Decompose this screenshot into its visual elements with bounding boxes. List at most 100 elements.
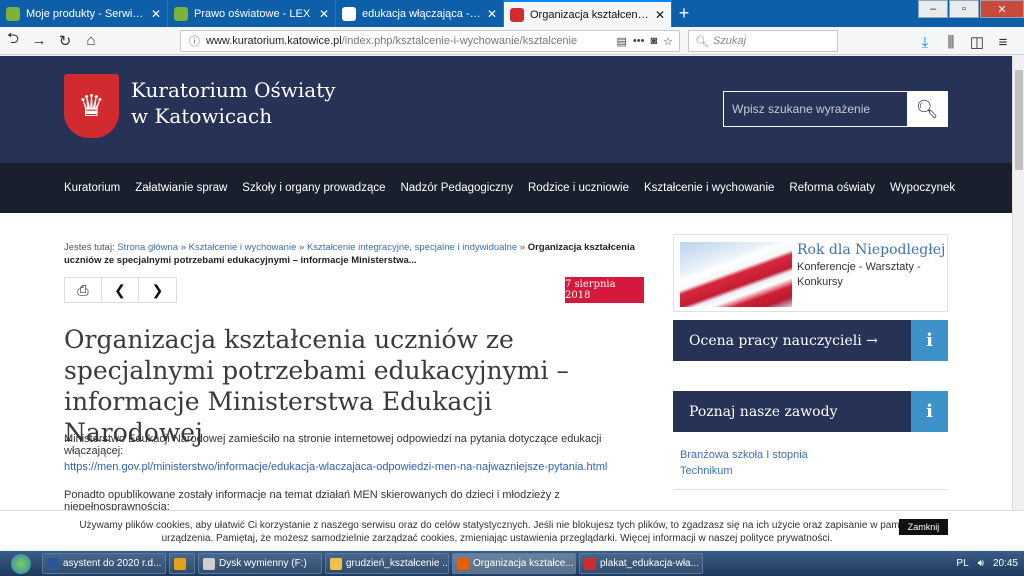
close-window-button[interactable]: ✕ [980, 0, 1024, 18]
maximize-button[interactable]: ▫ [949, 0, 979, 18]
professions-panel[interactable]: Poznaj nasze zawody i [673, 391, 948, 432]
article-tools: ⎙ ❮ ❯ [64, 277, 177, 303]
language-indicator[interactable]: PL [956, 558, 968, 569]
reload-button[interactable]: ↻ [52, 29, 78, 53]
back-button[interactable]: ⮌ [0, 29, 26, 53]
breadcrumb-category[interactable]: Kształcenie integracyjne, specjalne i in… [307, 242, 517, 253]
printer-icon: ⎙ [77, 281, 89, 298]
promo-box[interactable]: Rok dla Niepodległej Konferencje - Warsz… [673, 234, 948, 312]
windows-logo-icon [11, 553, 31, 574]
magnifier-icon: 🔍︎ [915, 98, 939, 119]
taskbar-label: plakat_edukacja-wła... [600, 558, 699, 569]
browser-tab[interactable]: Moje produkty - Serwis logowa ✕ [0, 0, 168, 27]
downloads-button[interactable]: ⤓ [912, 30, 938, 54]
promo-title[interactable]: Rok dla Niepodległej [797, 242, 945, 258]
reload-icon: ↻ [58, 32, 72, 50]
next-article-button[interactable]: ❯ [139, 278, 176, 302]
app-icon [47, 557, 59, 570]
article-title: Organizacja kształcenia uczniów ze specj… [64, 325, 569, 447]
site-search-input[interactable]: Wpisz szukane wyrażenie [724, 92, 907, 126]
info-icon[interactable]: i [911, 391, 948, 432]
favicon-icon [174, 6, 188, 21]
main-menu-item[interactable]: Kuratorium [64, 182, 120, 194]
taskbar-item[interactable]: grudzień_kształcenie ... [325, 553, 449, 574]
main-menu-item[interactable]: Kształcenie i wychowanie [644, 182, 774, 194]
reader-view-icon[interactable]: ▤ [617, 35, 627, 48]
teacher-evaluation-panel[interactable]: Ocena pracy nauczycieli → i [673, 320, 948, 361]
main-menu-item[interactable]: Wypoczynek [890, 182, 955, 194]
close-tab-icon[interactable]: ✕ [151, 7, 161, 21]
chevron-right-icon: ❯ [151, 281, 164, 298]
home-icon: ⌂ [86, 32, 96, 49]
pocket-icon[interactable]: ◙ [650, 35, 657, 47]
breadcrumb-prefix: Jesteś tutaj: [64, 242, 118, 253]
main-menu: Kuratorium Załatwianie spraw Szkoły i orga… [0, 163, 1012, 213]
print-button[interactable]: ⎙ [65, 278, 102, 302]
taskbar-item[interactable]: plakat_edukacja-wła... [579, 553, 703, 574]
list-item[interactable]: Branżowa szkoła I stopnia [680, 447, 948, 463]
article-link[interactable]: https://men.gov.pl/ministerstwo/informac… [64, 461, 607, 473]
taskbar-label: Dysk wymienny (F:) [219, 558, 307, 569]
site-search-button[interactable]: 🔍︎ [907, 92, 947, 126]
taskbar-item[interactable]: asystent do 2020 r.d... [42, 553, 166, 574]
tab-title: Prawo oświatowe - LEX [194, 7, 311, 20]
bookmark-star-icon[interactable]: ☆ [663, 35, 673, 48]
library-button[interactable]: ⫼ [938, 30, 964, 54]
list-item[interactable]: Technikum [680, 463, 948, 479]
site-name[interactable]: Kuratorium Oświaty w Katowicach [131, 77, 336, 129]
tab-bar: Moje produkty - Serwis logowa✕Prawo oświ… [0, 0, 1024, 27]
close-tab-icon[interactable]: ✕ [319, 7, 329, 21]
breadcrumb-sep: » [517, 242, 528, 253]
article-date: 7 sierpnia 2018 [565, 277, 644, 303]
sidebar: Rok dla Niepodległej Konferencje - Warsz… [673, 234, 948, 490]
site-name-line2: w Katowicach [131, 104, 273, 128]
main-menu-item[interactable]: Nadzór Pedagogiczny [400, 182, 513, 194]
breadcrumb-section[interactable]: Kształcenie i wychowanie [189, 242, 297, 253]
article-column: Jesteś tutaj: Strona główna » Kształceni… [64, 241, 644, 510]
menu-button[interactable]: ≡ [990, 30, 1016, 54]
url-bar[interactable]: ⓘ www.kuratorium.katowice.pl /index.php/… [180, 30, 680, 52]
start-button[interactable] [0, 551, 42, 576]
info-icon[interactable]: i [911, 320, 948, 361]
breadcrumb-home[interactable]: Strona główna [117, 242, 178, 253]
page-actions-icon[interactable]: ••• [633, 35, 645, 47]
polish-flags-image[interactable] [680, 242, 792, 307]
clock[interactable]: 20:45 [993, 558, 1018, 569]
breadcrumb: Jesteś tutaj: Strona główna » Kształceni… [64, 241, 644, 267]
info-icon: ⓘ [189, 36, 200, 48]
scrollbar-thumb[interactable] [1015, 70, 1023, 170]
site-search: Wpisz szukane wyrażenie 🔍︎ [723, 91, 948, 127]
favicon-icon [342, 6, 356, 21]
main-menu-item[interactable]: Reforma oświaty [789, 182, 875, 194]
url-path: /index.php/ksztalcenie-i-wychowanie/kszt… [341, 35, 578, 47]
taskbar-item[interactable]: Organizacja kształce... [452, 553, 576, 574]
taskbar-item[interactable]: Dysk wymienny (F:) [198, 553, 322, 574]
article-paragraph: Ponadto opublikowane zostały informacje … [64, 489, 560, 510]
tab-title: Moje produkty - Serwis logowa [26, 7, 145, 20]
browser-tab[interactable]: edukacja włączająca - Szukaj w ✕ [336, 0, 504, 27]
main-menu-item[interactable]: Rodzice i uczniowie [528, 182, 629, 194]
new-tab-button[interactable]: + [672, 0, 696, 27]
taskbar-label: grudzień_kształcenie ... [346, 558, 449, 569]
volume-icon[interactable]: 🔊︎ [978, 558, 984, 569]
page-scrollbar[interactable] [1012, 56, 1024, 510]
coat-of-arms-logo[interactable]: ♛ [64, 74, 119, 138]
main-menu-item[interactable]: Szkoły i organy prowadzące [242, 182, 385, 194]
web-page: ♛ Kuratorium Oświaty w Katowicach Wpisz … [0, 56, 1012, 510]
panel-label: Ocena pracy nauczycieli → [689, 332, 878, 349]
taskbar-item[interactable] [169, 553, 195, 574]
forward-button[interactable]: → [26, 29, 52, 53]
browser-tab[interactable]: Organizacja kształcenia uczniów ✕ [504, 0, 672, 27]
main-menu-item[interactable]: Załatwianie spraw [135, 182, 227, 194]
minimize-button[interactable]: – [918, 0, 948, 18]
close-tab-icon[interactable]: ✕ [487, 7, 497, 21]
browser-tab[interactable]: Prawo oświatowe - LEX ✕ [168, 0, 336, 27]
cookie-close-button[interactable]: Zamknij [899, 519, 948, 535]
home-button[interactable]: ⌂ [78, 29, 104, 53]
panel-label: Poznaj nasze zawody [689, 403, 838, 420]
browser-search-bar[interactable]: 🔍︎ Szukaj [688, 30, 838, 52]
previous-article-button[interactable]: ❮ [102, 278, 139, 302]
sidebar-button[interactable]: ◫ [964, 30, 990, 54]
close-tab-icon[interactable]: ✕ [655, 8, 665, 22]
download-arrow-icon: ⤓ [921, 33, 929, 51]
